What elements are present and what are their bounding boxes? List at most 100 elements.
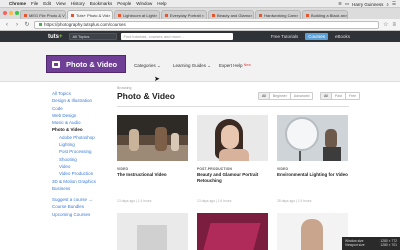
course-thumbnail[interactable]: [197, 115, 268, 161]
menu-people[interactable]: People: [117, 1, 131, 6]
sidebar-subitem-video-production[interactable]: Video Production: [52, 170, 108, 177]
nav-ebooks[interactable]: eBooks: [335, 34, 350, 39]
browser-tab[interactable]: Beauty and Glamo ×: [208, 10, 254, 19]
search-icon[interactable]: ⌕: [386, 2, 389, 7]
browser-tab[interactable]: MEG File Photo & V×: [20, 10, 66, 19]
course-thumbnail[interactable]: [117, 213, 188, 250]
list-icon[interactable]: ☰: [392, 1, 396, 7]
course-bundles-link[interactable]: Course Bundles: [52, 203, 108, 210]
sidebar-item-music-audio[interactable]: Music & Audio: [52, 119, 108, 126]
filter-level-beginner[interactable]: Beginner: [270, 93, 291, 99]
tab-label: Hardworking Cam: [264, 12, 297, 18]
course-title[interactable]: Environmental Lighting for Video: [277, 172, 348, 178]
new-badge: New: [243, 63, 251, 67]
menu-view[interactable]: View: [56, 1, 66, 6]
wifi-icon[interactable]: ≋: [338, 1, 342, 7]
filter-price-paid[interactable]: Paid: [332, 93, 346, 99]
nav-courses[interactable]: Courses: [305, 33, 328, 40]
sidebar-item-photo-video[interactable]: Photo & Video: [52, 126, 108, 133]
expert-help-link[interactable]: Expert Help New: [219, 63, 251, 68]
star-icon[interactable]: ☆: [383, 21, 388, 28]
topic-sidebar: All Topics Design & Illustration Code We…: [52, 90, 108, 218]
filter-price-free[interactable]: Free: [346, 93, 359, 99]
sidebar-subitem-video[interactable]: Video: [52, 163, 108, 170]
course-title[interactable]: The Instructional Video: [117, 172, 188, 178]
logo-plus: +: [59, 33, 63, 40]
course-card[interactable]: VIDEO Environmental Lighting for Video 2…: [277, 115, 348, 209]
course-thumbnail[interactable]: [197, 213, 268, 250]
category-badge[interactable]: Photo & Video: [46, 55, 126, 73]
favicon-icon: [71, 13, 74, 17]
menu-edit[interactable]: Edit: [43, 1, 51, 6]
sidebar-subitem-post-processing[interactable]: Post Processing: [52, 148, 108, 155]
sidebar-subitem-lighting[interactable]: Lighting: [52, 141, 108, 148]
filter-price-all[interactable]: All: [321, 93, 332, 99]
course-card[interactable]: POST-PRODUCTION Beauty and Glamour Portr…: [197, 115, 268, 209]
menu-bookmarks[interactable]: Bookmarks: [90, 1, 113, 6]
tuts-logo[interactable]: tuts+: [48, 34, 63, 40]
battery-icon[interactable]: ▭: [345, 1, 349, 7]
close-tab-icon[interactable]: ×: [108, 13, 110, 18]
url-input[interactable]: https://photography.tutsplus.com/courses: [34, 20, 380, 29]
sidebar-item-code[interactable]: Code: [52, 105, 108, 112]
sidebar-item-all-topics[interactable]: All Topics: [52, 90, 108, 97]
close-tab-icon[interactable]: ×: [345, 13, 347, 18]
page-title: Photo & Video: [117, 91, 175, 101]
course-type: VIDEO: [117, 167, 129, 171]
minimize-window-icon[interactable]: [9, 11, 13, 15]
learning-guides-label: Learning Guides: [173, 63, 207, 68]
close-window-icon[interactable]: [3, 11, 7, 15]
filter-level-all[interactable]: All: [259, 93, 270, 99]
course-thumbnail[interactable]: [277, 115, 348, 161]
menu-app-name[interactable]: Chrome: [9, 1, 26, 6]
upcoming-courses-link[interactable]: Upcoming Courses: [52, 211, 108, 218]
course-title[interactable]: Beauty and Glamour Portrait Retouching: [197, 172, 268, 183]
sidebar-item-design-illustration[interactable]: Design & Illustration: [52, 97, 108, 104]
favicon-icon: [24, 13, 27, 17]
back-icon[interactable]: ‹: [4, 22, 10, 28]
course-card[interactable]: VIDEO The Instructional Video 13 days ag…: [117, 115, 188, 209]
browser-tab[interactable]: Building a Black an ×: [302, 10, 348, 19]
menu-history[interactable]: History: [71, 1, 85, 6]
tab-label: Beauty and Glamo: [217, 12, 251, 18]
sidebar-subitem-adobe-photoshop[interactable]: Adobe Photoshop: [52, 134, 108, 141]
close-tab-icon[interactable]: ×: [155, 13, 157, 18]
site-search-input[interactable]: Find tutorials, courses and more...: [120, 33, 233, 40]
categories-dropdown[interactable]: Categories ⌄: [134, 63, 161, 69]
chrome-menu-icon[interactable]: ≡: [392, 22, 396, 28]
sidebar-item-web-design[interactable]: Web Design: [52, 112, 108, 119]
tab-label: MEG File Photo & V: [29, 12, 65, 18]
window-size-overlay: Window size 1280 × 772 Viewport size 1280 …: [342, 237, 400, 250]
sidebar-item-business[interactable]: Business: [52, 185, 108, 192]
menu-bar: Chrome File Edit View History Bookmarks …: [0, 0, 400, 8]
close-tab-icon[interactable]: ×: [65, 13, 66, 18]
close-tab-icon[interactable]: ×: [202, 13, 204, 18]
sidebar-subitem-shooting[interactable]: Shooting: [52, 156, 108, 163]
reload-icon[interactable]: ↻: [24, 21, 30, 28]
menu-help[interactable]: Help: [157, 1, 166, 6]
browser-tab[interactable]: Hardworking Cam ×: [255, 10, 301, 19]
browser-tab-active[interactable]: Tuts+ Photo & Vid ×: [67, 10, 113, 19]
suggest-course-link[interactable]: Suggest a course →: [52, 196, 108, 203]
forward-icon[interactable]: ›: [14, 22, 20, 28]
course-thumbnail[interactable]: [117, 115, 188, 161]
close-tab-icon[interactable]: ×: [250, 13, 252, 18]
nav-free-tutorials[interactable]: Free Tutorials: [271, 34, 299, 39]
topic-select[interactable]: All Topics: [68, 33, 117, 40]
course-meta: 13 days ago | 1.4 hours: [117, 199, 152, 203]
menubar-user[interactable]: Harry Guinness: [352, 2, 383, 7]
browser-tab[interactable]: Everyday Portrait ×: [161, 10, 207, 19]
menu-window[interactable]: Window: [136, 1, 152, 6]
zoom-window-icon[interactable]: [15, 11, 19, 15]
menu-file[interactable]: File: [31, 1, 38, 6]
divider: [117, 106, 349, 107]
filter-level-advanced[interactable]: Advanced: [291, 93, 313, 99]
sidebar-item-3d-motion[interactable]: 3D & Motion Graphics: [52, 178, 108, 185]
chevron-down-icon: ⌄: [207, 63, 212, 68]
browser-tab[interactable]: Lightroom at Light ×: [114, 10, 160, 19]
course-thumbnail[interactable]: [277, 213, 348, 250]
favicon-icon: [118, 13, 121, 17]
address-bar-row: ‹ › ↻ https://photography.tutsplus.com/c…: [0, 19, 400, 31]
learning-guides-dropdown[interactable]: Learning Guides ⌄: [173, 63, 211, 69]
close-tab-icon[interactable]: ×: [296, 13, 298, 18]
